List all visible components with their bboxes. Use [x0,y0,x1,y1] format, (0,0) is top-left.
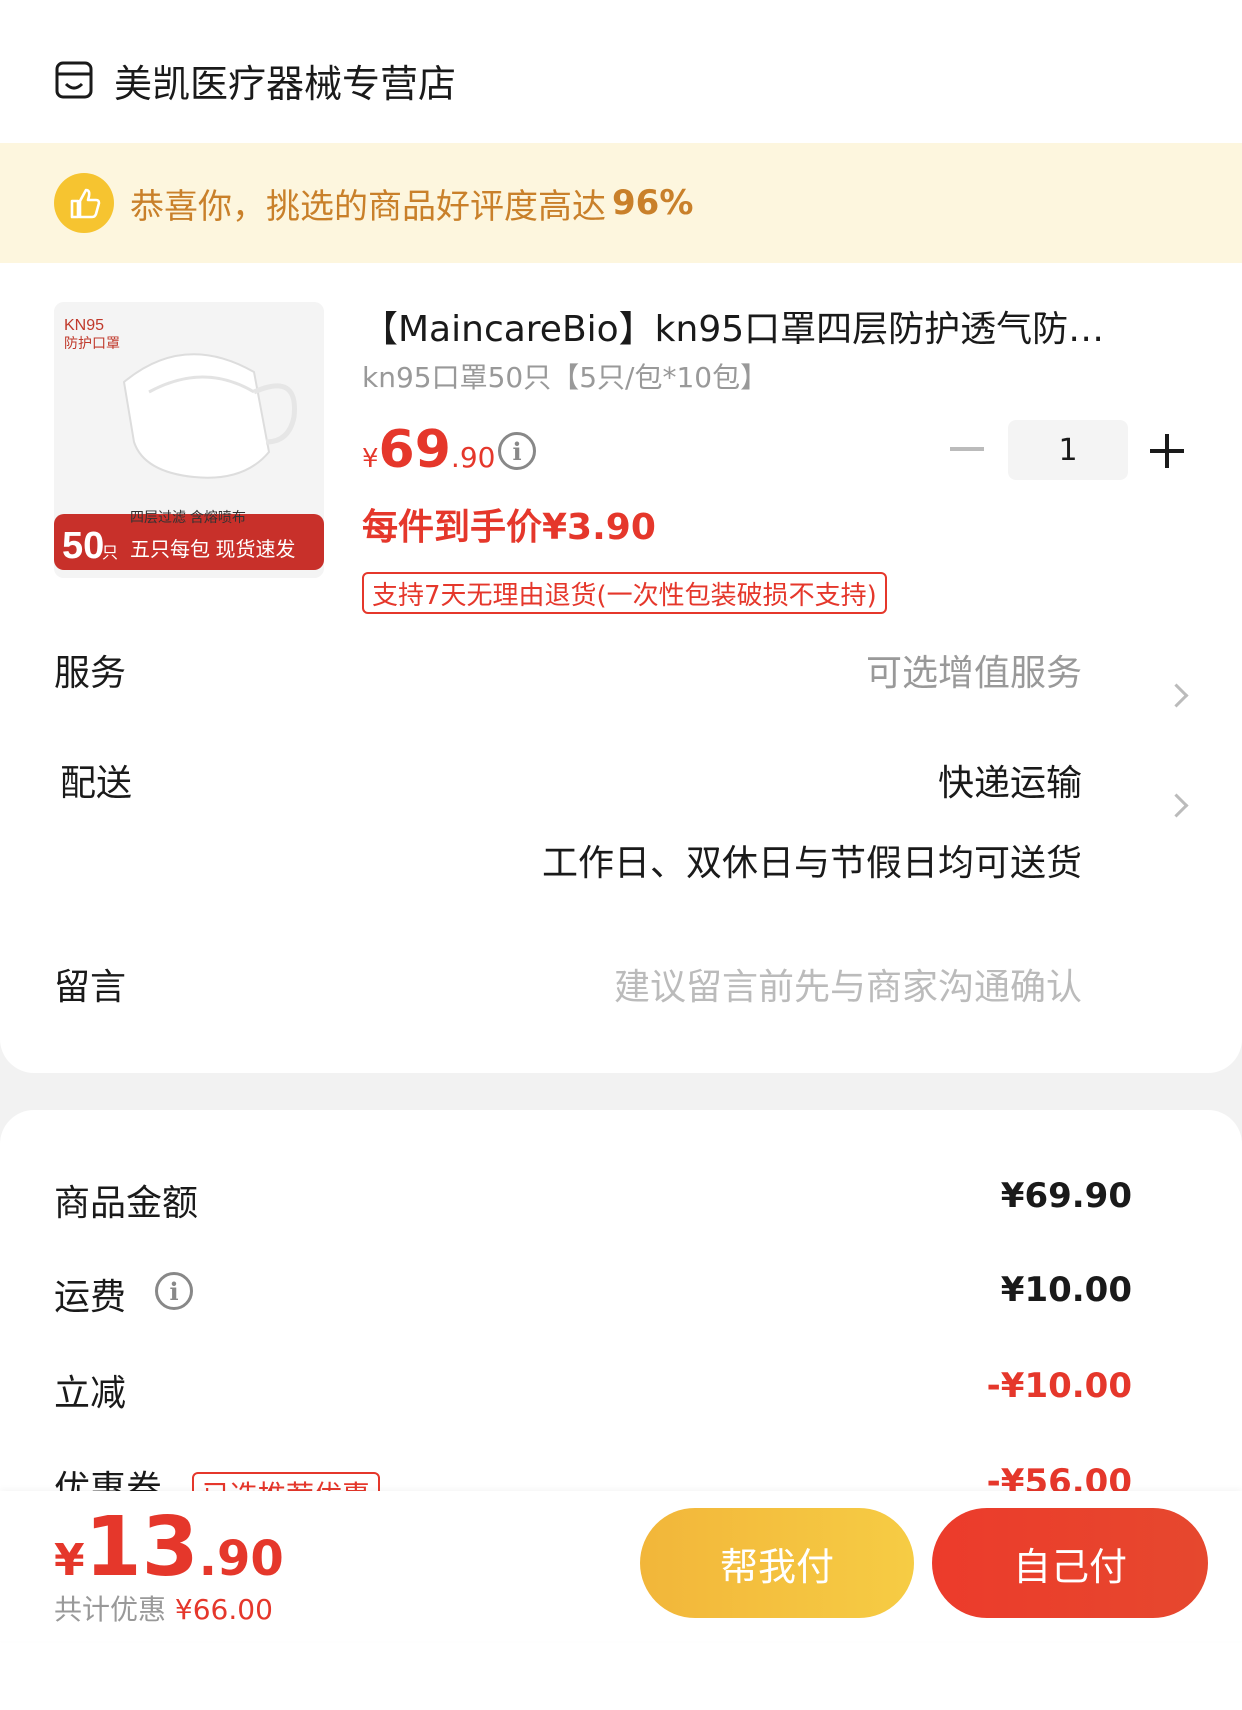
discount-label: 立减 [54,1373,127,1414]
delivery-label: 配送 [60,763,133,804]
service-label: 服务 [54,653,127,694]
total-price: ¥ 13 .90 [54,1500,284,1595]
image-count-unit: 只 [102,545,118,562]
image-sub: 防护口罩 [64,335,120,351]
rating-banner: 恭喜你，挑选的商品好评度高达 96% [0,143,1242,263]
return-policy-tag: 支持7天无理由退货(一次性包装破损不支持) [362,572,887,614]
price-currency: ¥ [362,444,379,474]
message-input[interactable]: 建议留言前先与商家沟通确认 [614,958,1082,1010]
quantity-input[interactable]: 1 [1008,420,1128,480]
service-value[interactable]: 可选增值服务 [866,644,1082,696]
delivery-note: 工作日、双休日与节假日均可送货 [541,843,1082,884]
unit-price: 每件到手价¥3.90 [362,507,656,548]
store-header[interactable]: 美凯医疗器械专营店 [54,50,456,110]
pay-myself-button[interactable]: 自己付 [932,1508,1208,1618]
price-integer: 69 [378,420,451,480]
shipping-value: ¥10.00 [1000,1270,1132,1310]
saved-label: 共计优惠 [54,1593,167,1626]
saved-value: ¥66.00 [174,1593,273,1626]
product-image[interactable]: KN95 防护口罩 50 只 四层过滤 含熔喷布 五只每包 现货速发 [54,302,324,578]
shipping-info-icon[interactable]: i [155,1272,193,1310]
image-layers: 四层过滤 含熔喷布 [130,509,246,525]
price-info-icon[interactable]: i [498,432,536,470]
price-decimal: .90 [450,441,496,474]
product-spec[interactable]: kn95口罩50只【5只/包*10包】 [362,356,768,396]
help-me-pay-button[interactable]: 帮我付 [640,1508,914,1618]
delivery-value[interactable]: 快递运输 [938,754,1082,806]
image-brand: KN95 [64,317,104,334]
store-name: 美凯医疗器械专营店 [114,61,457,106]
image-pack: 五只每包 现货速发 [130,538,296,561]
total-integer: 13 [84,1500,199,1595]
thumbs-up-icon [54,173,114,233]
product-title[interactable]: 【MaincareBio】kn95口罩四层防护透气防… [362,300,1162,352]
banner-text: 恭喜你，挑选的商品好评度高达 [130,186,606,227]
store-icon [55,61,93,99]
image-count: 50 [62,525,104,567]
product-price: ¥ 69 .90 [362,420,495,480]
mask-illustration: KN95 防护口罩 50 只 四层过滤 含熔喷布 五只每包 现货速发 [54,302,324,578]
goods-amount-label: 商品金额 [54,1183,199,1224]
banner-percent: 96% [612,183,694,223]
quantity-increase-button[interactable] [1150,434,1184,468]
total-saved: 共计优惠 ¥66.00 [54,1588,273,1628]
total-currency: ¥ [54,1535,85,1586]
total-decimal: .90 [198,1531,284,1587]
message-label: 留言 [54,967,127,1008]
discount-value: -¥10.00 [986,1366,1132,1406]
quantity-decrease-button[interactable] [950,447,984,451]
shipping-label: 运费 [54,1277,127,1318]
goods-amount-value: ¥69.90 [1000,1176,1132,1216]
